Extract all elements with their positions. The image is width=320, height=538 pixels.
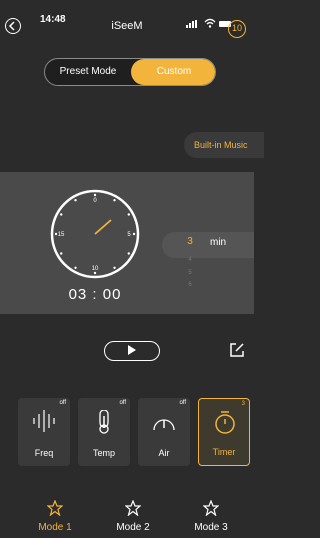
mode-tab-bar: Mode 1 Mode 2 Mode 3	[0, 492, 254, 538]
temp-label: Temp	[92, 448, 115, 458]
timer-label: Timer	[212, 447, 236, 457]
dial-label-5: 5	[127, 232, 131, 238]
temp-tile[interactable]: off Temp	[78, 398, 130, 466]
custom-mode-button[interactable]: Custom	[131, 59, 215, 85]
preset-mode-button[interactable]: Preset Mode	[45, 59, 131, 85]
tab-mode-2[interactable]: Mode 2	[98, 492, 168, 538]
air-gauge-icon	[153, 419, 175, 431]
timer-readout: 03 : 00	[68, 286, 122, 303]
built-in-music-button[interactable]: Built-in Music	[184, 132, 264, 158]
picker-selected-value: 3	[187, 236, 193, 247]
dial-tick	[127, 252, 130, 255]
dial-tick	[113, 266, 116, 269]
dial-tick	[132, 232, 136, 236]
dial-tick	[93, 193, 97, 197]
tab-mode-1[interactable]: Mode 1	[20, 492, 90, 538]
timer-status: 3	[241, 401, 245, 407]
air-status: off	[179, 400, 186, 406]
dial-label-10: 10	[92, 266, 99, 272]
freq-tile[interactable]: off Freq	[18, 398, 70, 466]
thermometer-icon	[99, 410, 109, 434]
tab-mode-1-label: Mode 1	[38, 522, 72, 533]
wifi-icon	[204, 18, 216, 28]
dial-label-0: 0	[93, 198, 97, 204]
dial-tick	[74, 266, 77, 269]
picker-option[interactable]: 4	[185, 257, 195, 263]
dial-tick	[113, 199, 116, 202]
picker-option[interactable]: 6	[185, 282, 195, 288]
signal-icon	[186, 20, 197, 28]
play-icon	[128, 345, 136, 355]
freq-label: Freq	[34, 448, 54, 458]
air-label: Air	[158, 448, 170, 458]
star-icon	[47, 500, 63, 516]
clock-dial[interactable]: 0 5 10 15	[49, 188, 141, 280]
dial-tick	[60, 252, 63, 255]
edit-icon[interactable]	[229, 342, 245, 358]
picker-unit: min	[210, 237, 227, 248]
clock-hand[interactable]	[94, 219, 112, 235]
mode-segment: Preset Mode Custom	[44, 58, 216, 86]
play-button[interactable]	[104, 341, 160, 361]
freq-status: off	[59, 400, 66, 406]
dial-tick	[93, 271, 97, 275]
temp-status: off	[119, 400, 126, 406]
star-icon	[125, 500, 141, 516]
notification-badge[interactable]: 10	[228, 20, 246, 38]
tab-mode-3-label: Mode 3	[194, 522, 228, 533]
dial-label-15: 15	[58, 232, 65, 238]
dial-tick	[74, 199, 77, 202]
tab-mode-2-label: Mode 2	[116, 522, 150, 533]
tab-mode-3[interactable]: Mode 3	[176, 492, 246, 538]
air-tile[interactable]: off Air	[138, 398, 190, 466]
dial-tick	[127, 213, 130, 216]
star-icon	[203, 500, 219, 516]
stopwatch-icon	[215, 411, 235, 434]
timer-tile[interactable]: 3 Timer	[198, 398, 250, 466]
dial-tick	[60, 213, 63, 216]
minute-picker[interactable]	[162, 232, 254, 258]
frequency-icon	[33, 410, 55, 432]
picker-option[interactable]: 5	[185, 270, 195, 276]
